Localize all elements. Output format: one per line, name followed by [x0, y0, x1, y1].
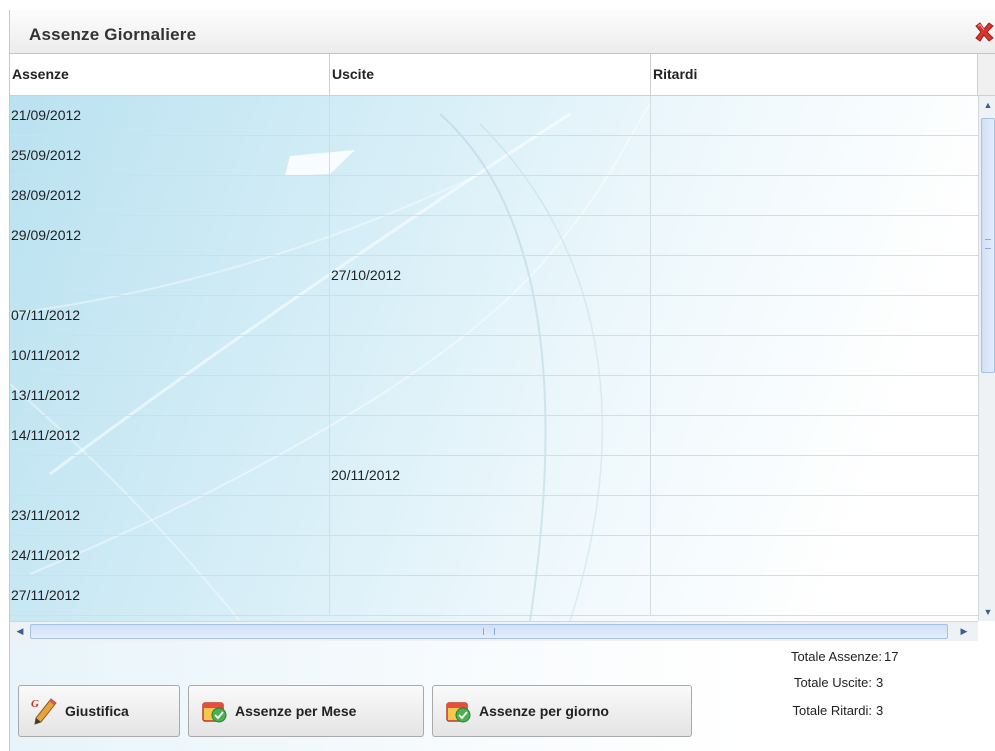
scroll-up-icon[interactable]: ▲ [980, 97, 995, 113]
table-row[interactable]: 29/09/2012 [10, 216, 978, 256]
cell-uscite[interactable] [330, 96, 651, 135]
scroll-left-icon[interactable]: ◀ [12, 623, 28, 639]
column-header-ritardi[interactable]: Ritardi [651, 54, 978, 95]
assenze-per-mese-button[interactable]: Assenze per Mese [188, 685, 424, 737]
cell-uscite[interactable] [330, 496, 651, 535]
cell-uscite[interactable] [330, 536, 651, 575]
grid-header: Assenze Uscite Ritardi [10, 54, 978, 96]
cell-uscite[interactable] [330, 176, 651, 215]
table-row[interactable]: 27/10/2012 [10, 256, 978, 296]
cell-assenze[interactable]: 29/09/2012 [10, 216, 330, 255]
cell-assenze[interactable]: 14/11/2012 [10, 416, 330, 455]
cell-assenze[interactable] [10, 456, 330, 495]
cell-ritardi[interactable] [651, 456, 978, 495]
cell-ritardi[interactable] [651, 536, 978, 575]
table-row[interactable]: 13/11/2012 [10, 376, 978, 416]
assenze-per-mese-label: Assenze per Mese [235, 703, 357, 719]
table-row[interactable]: 21/09/2012 [10, 96, 978, 136]
window-title: Assenze Giornaliere [29, 25, 197, 44]
table-row[interactable]: 25/09/2012 [10, 136, 978, 176]
cell-uscite[interactable]: 20/11/2012 [330, 456, 651, 495]
cell-ritardi[interactable] [651, 136, 978, 175]
table-row[interactable]: 20/11/2012 [10, 456, 978, 496]
cell-ritardi[interactable] [651, 576, 978, 615]
cell-ritardi[interactable] [651, 376, 978, 415]
assenze-per-giorno-button[interactable]: Assenze per giorno [432, 685, 692, 737]
column-header-assenze[interactable]: Assenze [10, 54, 330, 95]
cell-uscite[interactable] [330, 216, 651, 255]
pencil-g-icon: G [31, 698, 57, 725]
giustifica-label: Giustifica [65, 703, 129, 719]
totale-uscite-label: Totale Uscite: [793, 675, 872, 690]
absences-grid: Assenze Uscite Ritardi 21/09/2012 25/09/2… [10, 54, 995, 641]
cell-assenze[interactable]: 28/09/2012 [10, 176, 330, 215]
cell-ritardi[interactable] [651, 216, 978, 255]
cell-ritardi[interactable] [651, 296, 978, 335]
scroll-right-icon[interactable]: ▶ [956, 623, 972, 639]
dialog-window: Assenze Giornaliere Assenze Uscite Ritar… [9, 10, 995, 751]
scroll-down-icon[interactable]: ▼ [980, 604, 995, 620]
horizontal-scroll-thumb[interactable] [30, 624, 948, 639]
cell-uscite[interactable] [330, 296, 651, 335]
cell-uscite[interactable] [330, 416, 651, 455]
table-row[interactable]: 28/09/2012 [10, 176, 978, 216]
cell-assenze[interactable]: 13/11/2012 [10, 376, 330, 415]
title-bar: Assenze Giornaliere [10, 10, 995, 54]
table-row[interactable]: 27/11/2012 [10, 576, 978, 616]
grip-icon [483, 628, 495, 635]
cell-uscite[interactable] [330, 136, 651, 175]
svg-text:G: G [31, 698, 39, 710]
vertical-scroll-thumb[interactable] [981, 118, 995, 373]
close-button[interactable] [972, 20, 995, 44]
totale-assenze-value: 17 [884, 649, 899, 664]
cell-uscite[interactable] [330, 576, 651, 615]
grid-rows: 21/09/2012 25/09/2012 28/09/2012 29/09/2012… [10, 96, 978, 616]
table-row[interactable]: 24/11/2012 [10, 536, 978, 576]
cell-assenze[interactable]: 23/11/2012 [10, 496, 330, 535]
calendar-icon [202, 702, 227, 723]
cell-ritardi[interactable] [651, 176, 978, 215]
table-row[interactable]: 14/11/2012 [10, 416, 978, 456]
table-row[interactable]: 10/11/2012 [10, 336, 978, 376]
footer-panel: G Giustifica Assenze per Mese Assenze pe… [10, 641, 995, 751]
horizontal-scrollbar[interactable]: ◀ ▶ [10, 621, 978, 641]
cell-assenze[interactable] [10, 256, 330, 295]
giustifica-button[interactable]: G Giustifica [18, 685, 180, 737]
cell-assenze[interactable]: 27/11/2012 [10, 576, 330, 615]
close-x-icon [975, 22, 994, 42]
cell-uscite[interactable] [330, 376, 651, 415]
totale-uscite-value: 3 [876, 675, 884, 690]
totale-ritardi-value: 3 [876, 703, 884, 718]
cell-assenze[interactable]: 07/11/2012 [10, 296, 330, 335]
cell-assenze[interactable]: 10/11/2012 [10, 336, 330, 375]
calendar-icon [446, 702, 471, 723]
assenze-per-giorno-label: Assenze per giorno [479, 703, 609, 719]
cell-uscite[interactable] [330, 336, 651, 375]
cell-assenze[interactable]: 24/11/2012 [10, 536, 330, 575]
cell-ritardi[interactable] [651, 416, 978, 455]
table-row[interactable]: 07/11/2012 [10, 296, 978, 336]
totale-assenze-label: Totale Assenze: [790, 649, 882, 664]
table-row[interactable]: 23/11/2012 [10, 496, 978, 536]
cell-ritardi[interactable] [651, 496, 978, 535]
grip-icon [985, 239, 991, 249]
cell-ritardi[interactable] [651, 96, 978, 135]
header-corner [978, 54, 995, 96]
totale-ritardi-label: Totale Ritardi: [792, 703, 872, 718]
cell-ritardi[interactable] [651, 256, 978, 295]
vertical-scrollbar[interactable]: ▲ ▼ [978, 96, 995, 621]
column-header-uscite[interactable]: Uscite [330, 54, 651, 95]
cell-uscite[interactable]: 27/10/2012 [330, 256, 651, 295]
cell-assenze[interactable]: 21/09/2012 [10, 96, 330, 135]
cell-assenze[interactable]: 25/09/2012 [10, 136, 330, 175]
cell-ritardi[interactable] [651, 336, 978, 375]
